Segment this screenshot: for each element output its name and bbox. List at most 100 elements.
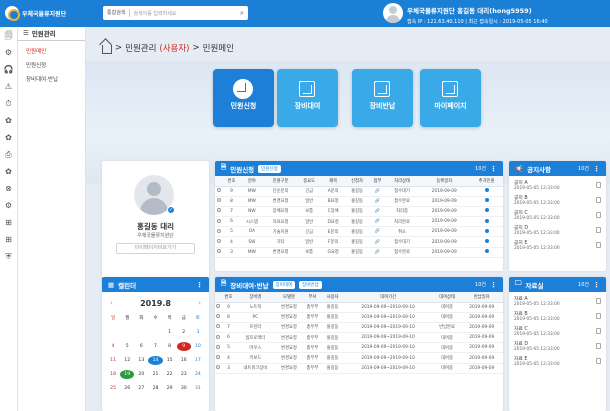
row-select-radio[interactable] [217,239,222,244]
calendar-day[interactable]: 11 [106,356,120,365]
table-row[interactable]: 9 MW 단순문의 긴급 A문의 홍길동 🔗 접수대기 2019-09-09 [215,186,503,197]
list-item[interactable]: 자료 A 2019-05-05 12:33:00 [509,292,606,307]
nav-icon-11[interactable]: ⊞ [0,214,17,231]
calendar-day[interactable]: 24 [191,370,205,379]
calendar-day[interactable]: 17 [191,356,205,365]
list-item[interactable]: 자료 C 2019-05-05 12:33:00 [509,322,606,337]
calendar-day[interactable]: 3 [191,328,205,337]
calendar-day[interactable]: 21 [148,370,162,379]
table-row[interactable]: 9 노트북 변경요청 총무부 홍길동 2019-09-09~2019-09-10 대여중 20… [215,302,503,313]
calendar-day[interactable]: 2 [177,328,191,337]
row-select-radio[interactable] [216,365,221,370]
nav-icon-4[interactable]: ⏱ [0,95,17,112]
nav-icon-5[interactable]: ✿ [0,112,17,129]
calendar-day[interactable]: 26 [120,384,134,393]
quick-button[interactable]: 장비대여 [277,69,338,127]
calendar-day[interactable]: 31 [191,384,205,393]
table-row[interactable]: 4 SW 기타 일반 F문의 홍길동 🔗 접수대기 2019-09-09 [215,236,503,248]
calendar-day[interactable]: 15 [163,356,177,365]
calendar-day[interactable]: 18 [106,370,120,379]
table-row[interactable]: 3 네트워크장비 변경요청 총무부 홍길동 2019-09-09~2019-09-10 대여… [215,363,503,374]
nav-icon-0[interactable]: 🗐 [0,27,17,44]
row-select-radio[interactable] [217,228,222,233]
row-select-radio[interactable] [216,324,221,329]
sidebar-item[interactable]: 장비대여·반납 [18,69,85,83]
table-row[interactable]: 6 빔프로젝터 변경요청 총무부 홍길동 2019-09-09~2019-09-10 대여중… [215,332,503,344]
nav-icon-7[interactable]: ⎙ [0,146,17,163]
table-row[interactable]: 6 시스템 자료요청 일반 D요청 홍길동 🔗 처리완료 2019-09-09 [215,216,503,228]
attachment-icon[interactable]: 🔗 [375,189,380,194]
quick-button[interactable]: 민원신청 [213,69,274,127]
quick-button[interactable]: 장비반납 [352,69,413,127]
calendar-day[interactable]: 1 [163,328,177,337]
nav-icon-9[interactable]: ⊗ [0,180,17,197]
row-select-radio[interactable] [216,304,221,309]
nav-icon-10[interactable]: ⚙ [0,197,17,214]
sidebar-item[interactable]: 민원메인 [18,41,85,55]
attachment-icon[interactable]: 🔗 [375,209,380,214]
calendar-day[interactable]: 16 [177,356,191,365]
mypage-link-button[interactable]: 마이페이지바로가기 [116,243,195,254]
attachment-icon[interactable]: 🔗 [375,229,380,234]
calendar-day[interactable]: 13 [134,356,148,365]
row-select-radio[interactable] [217,249,222,254]
avatar[interactable] [383,3,403,23]
attachment-icon[interactable]: 🔗 [375,240,380,245]
calendar-day[interactable]: 29 [163,384,177,393]
table-row[interactable]: 8 PC 변경요청 총무부 홍길동 2019-09-09~2019-09-10 대여중 201… [215,312,503,323]
calendar-day[interactable]: 30 [177,384,191,393]
calendar-day[interactable]: 23 [177,370,191,379]
list-item[interactable]: 공지 B 2019-05-05 12:33:00 [509,191,606,206]
nav-icon-3[interactable]: ⚠ [0,78,17,95]
next-month-icon[interactable]: › [198,299,201,307]
calendar-day[interactable]: 12 [120,356,134,365]
list-item[interactable]: 공지 A 2019-05-05 12:33:00 [509,176,606,191]
attachment-icon[interactable]: 🔗 [375,250,380,255]
nav-icon-2[interactable]: 🎧 [0,61,17,78]
logo[interactable]: 우체국물류지원단 [5,6,66,21]
calendar-day[interactable]: 19 [120,370,135,379]
calendar-day[interactable]: 14 [148,356,163,365]
list-item[interactable]: 자료 E 2019-05-05 12:33:00 [509,352,606,367]
search-select[interactable]: 통합검색 [103,9,131,17]
sidebar-item[interactable]: 민원신청 [18,55,85,69]
table-row[interactable]: 7 프린터 변경요청 총무부 홍길동 2019-09-09~2019-09-10 반납완료 2… [215,322,503,334]
nav-icon-8[interactable]: ✿ [0,163,17,180]
row-select-radio[interactable] [216,334,221,339]
nav-icon-12[interactable]: ⊞ [0,231,17,248]
nav-icon-1[interactable]: ⚙ [0,44,17,61]
row-select-radio[interactable] [217,218,222,223]
table-row[interactable]: 5 마우스 변경요청 총무부 홍길동 2019-09-09~2019-09-10 대여중 20… [215,342,503,354]
calendar-day[interactable]: 5 [120,342,134,351]
more-icon[interactable]: ⋮ [593,281,600,289]
home-icon[interactable] [102,44,112,54]
table-row[interactable]: 5 OA 기술지원 긴급 E문의 홍길동 🔗 취소 2019-09-09 [215,226,503,238]
list-item[interactable]: 공지 C 2019-05-05 12:33:00 [509,206,606,221]
prev-month-icon[interactable]: ‹ [110,299,113,307]
calendar-day[interactable]: 6 [134,342,148,351]
list-item[interactable]: 공지 E 2019-05-05 12:33:00 [509,236,606,251]
calendar-day[interactable]: 9 [176,342,191,351]
search-input[interactable]: 검색어를 입력하세요 [130,10,236,17]
more-icon[interactable]: ⋮ [490,281,497,289]
row-select-radio[interactable] [216,314,221,319]
nav-icon-6[interactable]: ✿ [0,129,17,146]
table-row[interactable]: 7 NW 장애요청 보통 C장애 홍길동 🔗 처리중 2019-09-09 [215,206,503,218]
calendar-day[interactable]: 8 [163,342,177,351]
row-select-radio[interactable] [217,198,222,203]
table-row[interactable]: 4 키보드 변경요청 총무부 홍길동 2019-09-09~2019-09-10 대여중 20… [215,352,503,364]
calendar-day[interactable]: 20 [134,370,148,379]
quick-button[interactable]: 마이페이지 [420,69,481,127]
calendar-day[interactable]: 28 [148,384,162,393]
calendar-day[interactable]: 22 [163,370,177,379]
more-icon[interactable]: ⋮ [490,165,497,173]
list-item[interactable]: 자료 D 2019-05-05 12:33:00 [509,337,606,352]
table-row[interactable]: 3 MW 변경요청 보통 G요청 홍길동 🔗 접수완료 2019-09-09 [215,247,503,258]
calendar-day[interactable]: 4 [106,342,120,351]
calendar-day[interactable]: 27 [134,384,148,393]
calendar-day[interactable]: 7 [148,342,162,351]
row-select-radio[interactable] [216,344,221,349]
list-item[interactable]: 자료 B 2019-05-05 12:33:00 [509,307,606,322]
attachment-icon[interactable]: 🔗 [375,199,380,204]
calendar-day[interactable]: 25 [106,384,120,393]
